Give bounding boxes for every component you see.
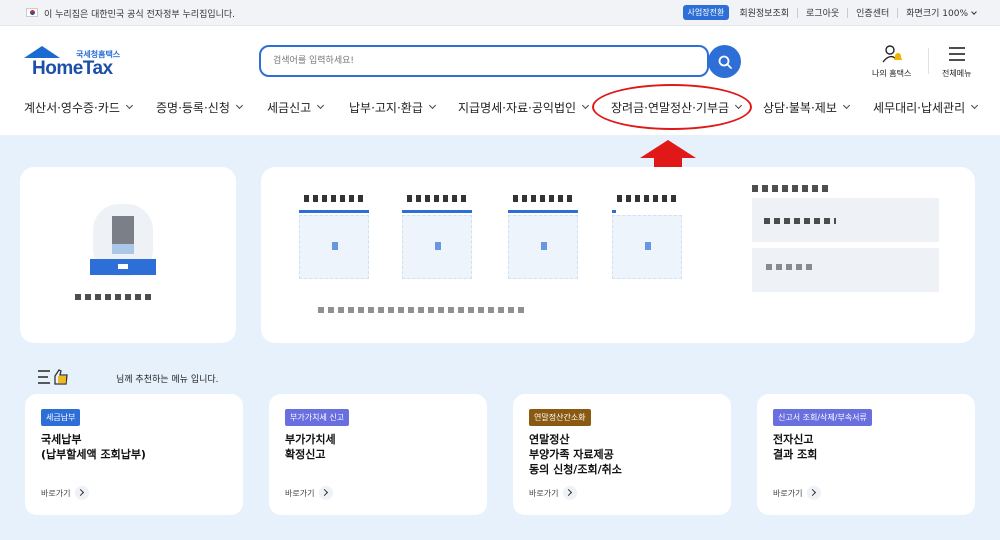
go-link[interactable]: 바로가기	[529, 486, 578, 500]
menu-card-e-filing[interactable]: 신고서 조회/삭제/부속서류 전자신고 결과 조회 바로가기	[757, 394, 975, 515]
chevron-right-icon	[807, 486, 822, 500]
korea-flag-icon	[26, 8, 38, 17]
summary-note-blurred	[318, 307, 528, 313]
nav-item-tax-return[interactable]: 세금신고	[267, 92, 325, 122]
menu-card-title: 전자신고 결과 조회	[773, 433, 818, 461]
info-title-blurred	[752, 185, 832, 192]
chevron-right-icon	[319, 486, 334, 500]
logo-title: HomeTax	[32, 58, 113, 79]
gov-notice-bar: 이 누리집은 대한민국 공식 전자정부 누리집입니다. 사업장전환 회원정보조회…	[0, 0, 1000, 26]
go-link[interactable]: 바로가기	[285, 486, 334, 500]
nav-label: 세금신고	[267, 100, 312, 115]
go-label: 바로가기	[285, 488, 315, 498]
menu-card-tag: 신고서 조회/삭제/부속서류	[773, 409, 872, 426]
chevron-down-icon	[125, 101, 133, 110]
nav-label: 증명·등록·신청	[156, 100, 230, 115]
summary-item[interactable]	[609, 195, 685, 279]
annotation-ellipse	[592, 84, 752, 130]
recommend-label: 님께 추천하는 메뉴 입니다.	[116, 375, 219, 385]
nav-item-invoice[interactable]: 계산서·영수증·카드	[24, 92, 133, 122]
search-input[interactable]	[261, 47, 707, 75]
search-icon	[718, 55, 732, 69]
chevron-down-icon[interactable]	[971, 8, 977, 15]
recommend-thumbs-up-icon	[38, 369, 68, 385]
hamburger-menu-icon	[948, 47, 965, 61]
gov-notice-text: 이 누리집은 대한민국 공식 전자정부 누리집입니다.	[44, 10, 236, 20]
screen-size-control[interactable]: 화면크기 100%	[906, 6, 968, 19]
nav-label: 상담·불복·제보	[763, 100, 837, 115]
all-menu-button[interactable]: 전체메뉴	[942, 44, 971, 79]
logout-link[interactable]: 로그아웃	[806, 6, 839, 19]
main-nav: 계산서·영수증·카드 증명·등록·신청 세금신고 납부·고지·환급 지급명세·자…	[0, 92, 1000, 122]
menu-card-tag: 연말정산간소화	[529, 409, 591, 426]
divider	[928, 48, 929, 74]
go-link[interactable]: 바로가기	[773, 486, 822, 500]
nav-label: 세무대리·납세관리	[873, 100, 966, 115]
chevron-down-icon	[842, 101, 850, 110]
chevron-right-icon	[75, 486, 90, 500]
member-info-link[interactable]: 회원정보조회	[739, 6, 789, 19]
all-menu-label: 전체메뉴	[942, 69, 972, 78]
nav-label: 계산서·영수증·카드	[24, 100, 120, 115]
summary-item[interactable]	[399, 195, 475, 279]
hometax-logo[interactable]: 국세청홈택스 HomeTax	[24, 44, 134, 80]
info-box[interactable]	[752, 198, 939, 242]
nav-item-tax-agent[interactable]: 세무대리·납세관리	[873, 92, 979, 122]
menu-card-tax-payment[interactable]: 세금납부 국세납부 (납부할세액 조회납부) 바로가기	[25, 394, 243, 515]
menu-card-title: 국세납부 (납부할세액 조회납부)	[41, 433, 146, 461]
nav-label: 납부·고지·환급	[349, 100, 423, 115]
gov-util-links: 사업장전환 회원정보조회 로그아웃 인증센터 화면크기 100%	[682, 5, 977, 20]
nav-item-certificate[interactable]: 증명·등록·신청	[156, 92, 243, 122]
chevron-down-icon	[235, 101, 243, 110]
user-bell-icon	[882, 45, 902, 63]
chevron-right-icon	[563, 486, 578, 500]
divider	[847, 7, 849, 18]
nav-item-consulting[interactable]: 상담·불복·제보	[763, 92, 850, 122]
business-switch-button[interactable]: 사업장전환	[682, 5, 730, 20]
search-button[interactable]	[708, 45, 741, 78]
chevron-down-icon	[317, 101, 325, 110]
nav-item-payment-statement[interactable]: 지급명세·자료·공익법인	[458, 92, 590, 122]
info-box[interactable]	[752, 248, 939, 292]
menu-card-vat[interactable]: 부가가치세 신고 부가가치세 확정신고 바로가기	[269, 394, 487, 515]
chevron-down-icon	[971, 101, 979, 110]
nav-item-payment[interactable]: 납부·고지·환급	[349, 92, 436, 122]
menu-card-title: 연말정산 부양가족 자료제공 동의 신청/조회/취소	[529, 433, 622, 476]
cert-center-link[interactable]: 인증센터	[856, 6, 889, 19]
my-hometax-button[interactable]: 나의 홈택스	[872, 44, 911, 79]
nav-label: 지급명세·자료·공익법인	[458, 100, 577, 115]
summary-item[interactable]	[505, 195, 581, 279]
house-icon	[24, 46, 60, 58]
menu-card-tag: 세금납부	[41, 409, 81, 426]
summary-item[interactable]	[296, 195, 372, 279]
chevron-down-icon	[428, 101, 436, 110]
menu-card-tag: 부가가치세 신고	[285, 409, 350, 426]
go-label: 바로가기	[773, 488, 803, 498]
user-name-blurred	[75, 294, 153, 300]
info-panel	[752, 185, 939, 292]
search-box	[259, 45, 709, 77]
divider	[797, 7, 799, 18]
go-link[interactable]: 바로가기	[41, 486, 90, 500]
menu-card-title: 부가가치세 확정신고	[285, 433, 336, 461]
chevron-down-icon	[581, 101, 590, 110]
my-hometax-label: 나의 홈택스	[872, 69, 912, 78]
go-label: 바로가기	[529, 488, 559, 498]
go-label: 바로가기	[41, 488, 71, 498]
avatar-icon	[90, 204, 156, 276]
menu-card-year-end[interactable]: 연말정산간소화 연말정산 부양가족 자료제공 동의 신청/조회/취소 바로가기	[513, 394, 731, 515]
divider	[897, 7, 899, 18]
